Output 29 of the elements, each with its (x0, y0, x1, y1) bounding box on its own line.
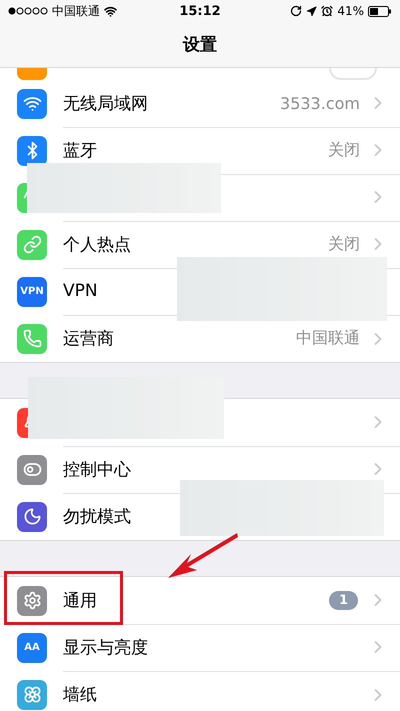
setting-value: 关闭 (328, 234, 360, 254)
setting-label[interactable]: 控制中心 (63, 458, 131, 480)
carrier-name: 中国联通 (52, 2, 100, 20)
signal-icon (8, 7, 48, 15)
setting-label[interactable]: 运营商 (63, 327, 114, 350)
count-badge: 1 (328, 590, 358, 610)
setting-value: 关闭 (328, 140, 360, 160)
screen-title: 设置 (183, 34, 217, 56)
setting-value: 3533.com (280, 94, 360, 112)
battery-percent: 41% (337, 4, 364, 18)
setting-label[interactable]: 显示与亮度 (63, 636, 148, 658)
battery-icon (368, 6, 392, 16)
rotation-lock-icon (290, 5, 302, 17)
alarm-icon (321, 5, 334, 17)
setting-label[interactable]: 墙纸 (63, 683, 97, 706)
location-icon (306, 6, 318, 16)
setting-label[interactable]: VPN (63, 281, 98, 301)
setting-label[interactable]: 蓝牙 (63, 138, 97, 162)
clock-time: 15:12 (179, 4, 221, 18)
app-icon (17, 68, 47, 80)
toggle-switch[interactable] (329, 68, 377, 80)
setting-label[interactable]: 个人热点 (63, 232, 131, 256)
setting-label[interactable]: 勿扰模式 (63, 505, 131, 528)
setting-value: 中国联通 (296, 328, 360, 349)
wifi-icon (104, 4, 117, 18)
setting-label[interactable]: 通用 (63, 588, 97, 612)
letters-icon: AA (17, 632, 47, 662)
setting-label[interactable]: 无线局域网 (63, 92, 148, 114)
vpn-icon: VPN (17, 276, 47, 306)
